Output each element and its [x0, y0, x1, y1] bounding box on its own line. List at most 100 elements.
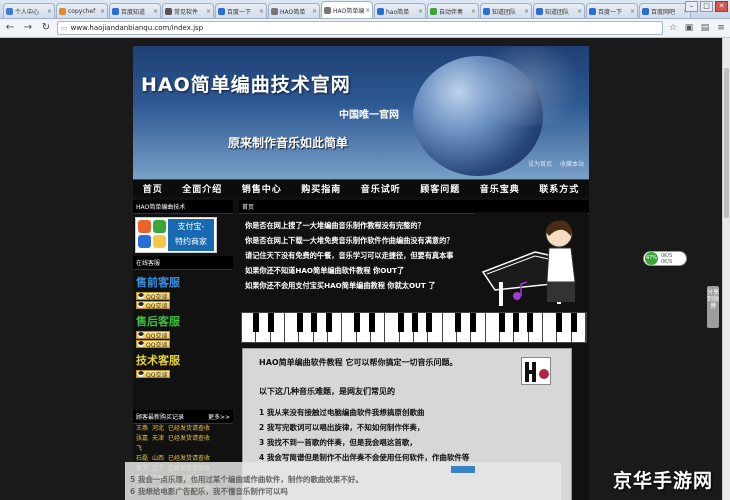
site-page: HAO简单编曲技术官网 中国唯一官网 原来制作音乐如此简单 设为首页 收藏本站 … [133, 46, 589, 500]
browser-tab[interactable]: HAO简单编 × [321, 1, 373, 18]
tab-label: 知道团队 [492, 8, 517, 16]
network-speed-widget[interactable]: 47% 0K/S 0K/S [643, 251, 687, 266]
penguin-icon [138, 302, 144, 308]
browser-tab[interactable]: HAO简单 × [268, 3, 320, 18]
nav-book[interactable]: 音乐宝典 [480, 182, 520, 195]
browser-tab[interactable]: 常见软件 × [162, 3, 214, 18]
back-icon[interactable]: ← [3, 21, 17, 35]
speed-down: 0K/S [661, 258, 673, 265]
browser-tab[interactable]: 百度一下 × [215, 3, 267, 18]
records-more-link[interactable]: 更多>> [208, 412, 230, 421]
alipay-text: 支付宝- 特约商家 [168, 219, 214, 251]
tab-label: HAO简单 [280, 8, 306, 16]
qq-chat-button[interactable]: QQ交谈 [136, 370, 170, 379]
scrollbar-thumb[interactable] [724, 68, 729, 218]
page-menu-icon[interactable]: ▤ [699, 22, 711, 34]
tab-favicon-icon [377, 7, 384, 15]
qq-chat-button[interactable]: QQ交谈 [136, 331, 170, 340]
banner-links: 设为首页 收藏本站 [528, 159, 584, 168]
nav-listen[interactable]: 音乐试听 [361, 182, 401, 195]
alipay-badge[interactable]: 支付宝- 特约商家 [135, 217, 217, 253]
bookmark-star-icon[interactable]: ☆ [667, 22, 679, 34]
tab-close-icon[interactable]: × [576, 8, 582, 15]
tab-label: 百度网吧 [651, 8, 676, 16]
browser-tab[interactable]: 百度一下 × [586, 3, 638, 18]
tab-close-icon[interactable]: × [311, 8, 317, 15]
site-banner: HAO简单编曲技术官网 中国唯一官网 原来制作音乐如此简单 设为首页 收藏本站 [133, 46, 589, 179]
nav-sales[interactable]: 销售中心 [242, 182, 282, 195]
tab-close-icon[interactable]: × [364, 7, 370, 14]
qq-chat-button[interactable]: QQ交谈 [136, 292, 170, 301]
record-name: 张嘉飞 [136, 435, 149, 452]
forward-icon[interactable]: → [21, 21, 35, 35]
tab-close-icon[interactable]: × [46, 8, 52, 15]
tab-close-icon[interactable]: × [152, 8, 158, 15]
set-homepage-link[interactable]: 设为首页 [528, 159, 552, 168]
tab-close-icon[interactable]: × [470, 8, 476, 15]
black-key [325, 313, 332, 332]
browser-tab[interactable]: 知道团队 × [533, 3, 585, 18]
browser-tab[interactable]: 百度知道 × [109, 3, 161, 18]
piano-keys-strip [241, 312, 587, 343]
minimize-icon[interactable]: – [685, 1, 698, 12]
address-bar[interactable]: ▭ www.haojiandanbianqu.com/index.jsp [57, 21, 663, 35]
close-window-icon[interactable]: ✕ [715, 1, 728, 12]
problem-item: 3 我找不到一首歌的伴奏，但是我会唱这首歌， [259, 438, 417, 447]
browser-tab[interactable]: 个人中心 × [3, 3, 55, 18]
problem-item: 1 我从来没有接触过电脑编曲软件我想搞原创歌曲 [259, 408, 425, 417]
black-key [570, 313, 577, 332]
white-key [543, 313, 558, 342]
main-nav: 首页 全面介绍 销售中心 购买指南 音乐试听 顾客问题 音乐宝典 联系方式 [133, 179, 589, 197]
alipay-line-2: 特约商家 [175, 237, 207, 246]
tab-favicon-icon [642, 7, 649, 15]
tab-favicon-icon [589, 7, 596, 15]
record-region: 河北 [152, 425, 165, 432]
service-tech-label: 技术客服 [136, 354, 180, 367]
browser-tab[interactable]: 知道团队 × [480, 3, 532, 18]
browser-tab[interactable]: 自动伴奏 × [427, 3, 479, 18]
tab-favicon-icon [536, 7, 543, 15]
share-side-tab[interactable]: 分享到微博 [707, 286, 719, 328]
page-scrollbar[interactable] [722, 38, 730, 500]
nav-home[interactable]: 首页 [143, 182, 163, 195]
tab-label: 百度一下 [227, 8, 252, 16]
record-status: 已经发货请查收 [168, 425, 211, 432]
problem-item: 5 我会一点乐理，也用过某个编曲或作曲软件，制作的歌曲效果不好。 [130, 475, 363, 484]
nav-faq[interactable]: 顾客问题 [420, 182, 460, 195]
page-viewport: HAO简单编曲技术官网 中国唯一官网 原来制作音乐如此简单 设为首页 收藏本站 … [0, 38, 722, 500]
nav-intro[interactable]: 全面介绍 [182, 182, 222, 195]
overlay-button[interactable] [451, 466, 475, 473]
browser-tab[interactable]: copychef × [56, 3, 108, 18]
qq-chat-label: QQ交谈 [146, 293, 168, 301]
record-region: 天津 [152, 435, 165, 442]
maximize-icon[interactable]: □ [700, 1, 713, 12]
browser-tab[interactable]: 百度网吧× [639, 3, 691, 18]
tab-close-icon[interactable]: × [417, 8, 423, 15]
reload-icon[interactable]: ↻ [39, 21, 53, 35]
black-key [412, 313, 418, 332]
nav-contact[interactable]: 联系方式 [539, 182, 579, 195]
wrench-menu-icon[interactable]: ≡ [715, 22, 727, 34]
tab-close-icon[interactable]: × [523, 8, 529, 15]
tab-close-icon[interactable]: × [99, 8, 105, 15]
qq-chat-button[interactable]: QQ交谈 [136, 301, 170, 310]
tab-close-icon[interactable]: × [629, 8, 635, 15]
qq-chat-label: QQ交谈 [146, 302, 168, 310]
speed-percent: 47% [645, 252, 658, 265]
browser-tab[interactable]: hao简单 × [374, 3, 426, 18]
tab-favicon-icon [218, 7, 225, 15]
tab-close-icon[interactable]: × [205, 8, 211, 15]
intro-line: 你是否在网上下载一大堆免费音乐制作软件作曲编曲没有满意的？ [245, 236, 454, 245]
tab-close-icon[interactable]: × [258, 8, 264, 15]
extension-icon[interactable]: ▣ [683, 22, 695, 34]
tab-favicon-icon [430, 7, 437, 15]
intro-line: 如果你还不会用支付宝买HAO简单编曲教程 你就太OUT 了 [245, 281, 436, 290]
black-key [469, 313, 476, 332]
pianist-illustration [475, 212, 587, 312]
record-status: 已经发货请查收 [168, 435, 211, 442]
bookmark-site-link[interactable]: 收藏本站 [560, 159, 584, 168]
tab-favicon-icon [59, 7, 66, 15]
nav-guide[interactable]: 购买指南 [301, 182, 341, 195]
qq-chat-button[interactable]: QQ交谈 [136, 340, 170, 349]
page-icon: ▭ [61, 24, 68, 32]
